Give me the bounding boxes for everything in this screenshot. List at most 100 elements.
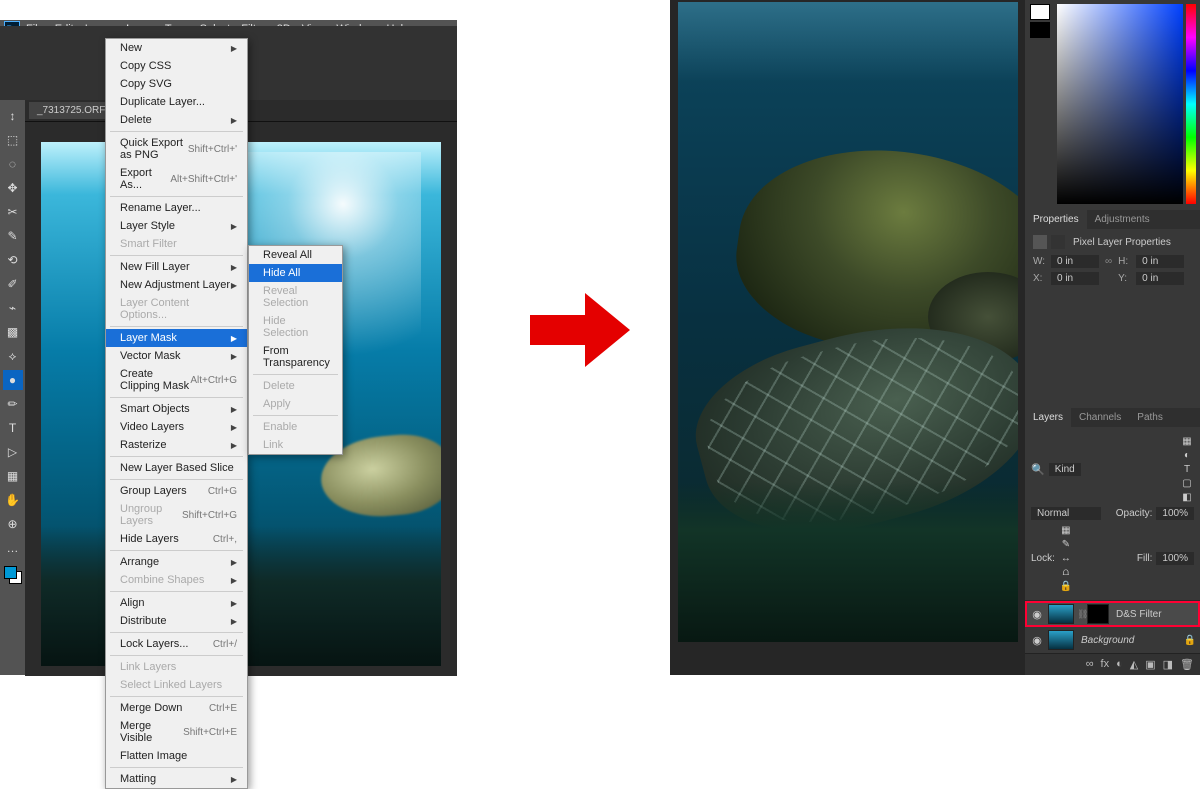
tool-15[interactable]: ▦	[3, 466, 23, 486]
blend-mode-select[interactable]: Normal	[1031, 507, 1101, 520]
lock-option-icon[interactable]: 🔒	[1059, 579, 1073, 593]
y-value[interactable]: 0 in	[1136, 272, 1184, 285]
menu-item[interactable]: Export As...Alt+Shift+Ctrl+'	[106, 164, 247, 194]
document-image-right[interactable]	[678, 2, 1018, 642]
layers-footer-icon[interactable]: ◭	[1130, 658, 1138, 671]
tab-adjustments[interactable]: Adjustments	[1087, 210, 1158, 229]
layer-thumbnail[interactable]	[1048, 604, 1074, 624]
tool-12[interactable]: ✏	[3, 394, 23, 414]
filter-kind-select[interactable]: Kind	[1049, 463, 1081, 476]
menu-item[interactable]: Matting▶	[106, 770, 247, 788]
layer-name[interactable]: Background	[1077, 635, 1184, 646]
menu-item[interactable]: Flatten Image	[106, 747, 247, 765]
tool-16[interactable]: ✋	[3, 490, 23, 510]
lock-option-icon[interactable]: ↔	[1059, 551, 1073, 565]
layers-footer-icon[interactable]: fx	[1101, 658, 1110, 671]
layers-footer-icon[interactable]: ◐	[1116, 658, 1123, 671]
menu-item[interactable]: Video Layers▶	[106, 418, 247, 436]
layer-opacity-value[interactable]: 100%	[1156, 507, 1194, 520]
tool-3[interactable]: ✥	[3, 178, 23, 198]
menu-item[interactable]: Delete▶	[106, 111, 247, 129]
tool-9[interactable]: ▩	[3, 322, 23, 342]
layer-row[interactable]: ◉Background🔒	[1025, 627, 1200, 653]
submenu-item[interactable]: Hide All	[249, 264, 342, 282]
layers-footer-icon[interactable]: ∞	[1086, 658, 1094, 671]
menu-item[interactable]: New▶	[106, 39, 247, 57]
tool-5[interactable]: ✎	[3, 226, 23, 246]
x-label: X:	[1033, 273, 1051, 284]
height-value[interactable]: 0 in	[1136, 255, 1184, 268]
tool-17[interactable]: ⊕	[3, 514, 23, 534]
filter-type-icon[interactable]: ▦	[1180, 434, 1194, 448]
tab-layers[interactable]: Layers	[1025, 408, 1071, 427]
menu-item[interactable]: Smart Objects▶	[106, 400, 247, 418]
visibility-icon[interactable]: ◉	[1029, 634, 1045, 647]
menu-item[interactable]: Create Clipping MaskAlt+Ctrl+G	[106, 365, 247, 395]
search-icon[interactable]: 🔍	[1031, 463, 1045, 476]
submenu-item[interactable]: Reveal All	[249, 246, 342, 264]
menu-item[interactable]: Distribute▶	[106, 612, 247, 630]
filter-type-icon[interactable]: ◧	[1180, 490, 1194, 504]
menu-item[interactable]: New Fill Layer▶	[106, 258, 247, 276]
color-field[interactable]	[1057, 4, 1183, 204]
menu-item[interactable]: New Adjustment Layer▶	[106, 276, 247, 294]
width-value[interactable]: 0 in	[1051, 255, 1099, 268]
filter-type-icon[interactable]: ◐	[1180, 448, 1194, 462]
tool-10[interactable]: ⟡	[3, 346, 23, 366]
menu-item[interactable]: Duplicate Layer...	[106, 93, 247, 111]
hue-slider[interactable]	[1186, 4, 1196, 204]
menu-item[interactable]: Copy CSS	[106, 57, 247, 75]
menu-item[interactable]: Layer Mask▶	[106, 329, 247, 347]
tool-18[interactable]: …	[3, 538, 23, 558]
menu-item[interactable]: Merge VisibleShift+Ctrl+E	[106, 717, 247, 747]
menu-item[interactable]: Hide LayersCtrl+,	[106, 530, 247, 548]
submenu-item: Link	[249, 436, 342, 454]
menu-item[interactable]: Lock Layers...Ctrl+/	[106, 635, 247, 653]
tool-6[interactable]: ⟲	[3, 250, 23, 270]
link-wh-icon[interactable]: ∞	[1105, 256, 1112, 267]
color-swatches[interactable]	[4, 566, 22, 584]
link-icon[interactable]: ⛓	[1077, 609, 1087, 620]
menu-item[interactable]: Group LayersCtrl+G	[106, 482, 247, 500]
tab-properties[interactable]: Properties	[1025, 210, 1087, 229]
menu-item[interactable]: New Layer Based Slice	[106, 459, 247, 477]
menu-item[interactable]: Quick Export as PNGShift+Ctrl+'	[106, 134, 247, 164]
layers-footer-icon[interactable]: ▣	[1145, 658, 1155, 671]
menu-item[interactable]: Copy SVG	[106, 75, 247, 93]
lock-option-icon[interactable]: ✎	[1059, 537, 1073, 551]
layers-footer-icon[interactable]: ◨	[1163, 658, 1173, 671]
menu-item[interactable]: Rasterize▶	[106, 436, 247, 454]
x-value[interactable]: 0 in	[1051, 272, 1099, 285]
layers-footer-icon[interactable]: 🗑	[1180, 658, 1194, 671]
layer-row[interactable]: ◉ ⛓ D&S Filter	[1025, 601, 1200, 627]
tool-13[interactable]: T	[3, 418, 23, 438]
layer-name[interactable]: D&S Filter	[1112, 609, 1196, 620]
lock-option-icon[interactable]: ⩍	[1059, 565, 1073, 579]
lock-option-icon[interactable]: ▦	[1059, 523, 1073, 537]
layer-fill-value[interactable]: 100%	[1156, 552, 1194, 565]
layer-thumbnail[interactable]	[1048, 630, 1074, 650]
tab-channels[interactable]: Channels	[1071, 408, 1129, 427]
tool-14[interactable]: ▷	[3, 442, 23, 462]
filter-type-icon[interactable]: ▢	[1180, 476, 1194, 490]
tool-0[interactable]: ↕	[3, 106, 23, 126]
submenu-item[interactable]: From Transparency	[249, 342, 342, 372]
tool-7[interactable]: ✐	[3, 274, 23, 294]
tool-8[interactable]: ⌁	[3, 298, 23, 318]
tool-11[interactable]: ●	[3, 370, 23, 390]
filter-type-icon[interactable]: T	[1180, 462, 1194, 476]
tool-2[interactable]: ◌	[3, 154, 23, 174]
background-swatch[interactable]	[1030, 22, 1050, 38]
menu-item[interactable]: Rename Layer...	[106, 199, 247, 217]
menu-item[interactable]: Arrange▶	[106, 553, 247, 571]
mask-thumbnail[interactable]	[1087, 604, 1109, 624]
menu-item[interactable]: Merge DownCtrl+E	[106, 699, 247, 717]
visibility-icon[interactable]: ◉	[1029, 608, 1045, 621]
foreground-swatch[interactable]	[1030, 4, 1050, 20]
tab-paths[interactable]: Paths	[1129, 408, 1171, 427]
menu-item[interactable]: Vector Mask▶	[106, 347, 247, 365]
tool-4[interactable]: ✂	[3, 202, 23, 222]
menu-item[interactable]: Layer Style▶	[106, 217, 247, 235]
tool-1[interactable]: ⬚	[3, 130, 23, 150]
menu-item[interactable]: Align▶	[106, 594, 247, 612]
